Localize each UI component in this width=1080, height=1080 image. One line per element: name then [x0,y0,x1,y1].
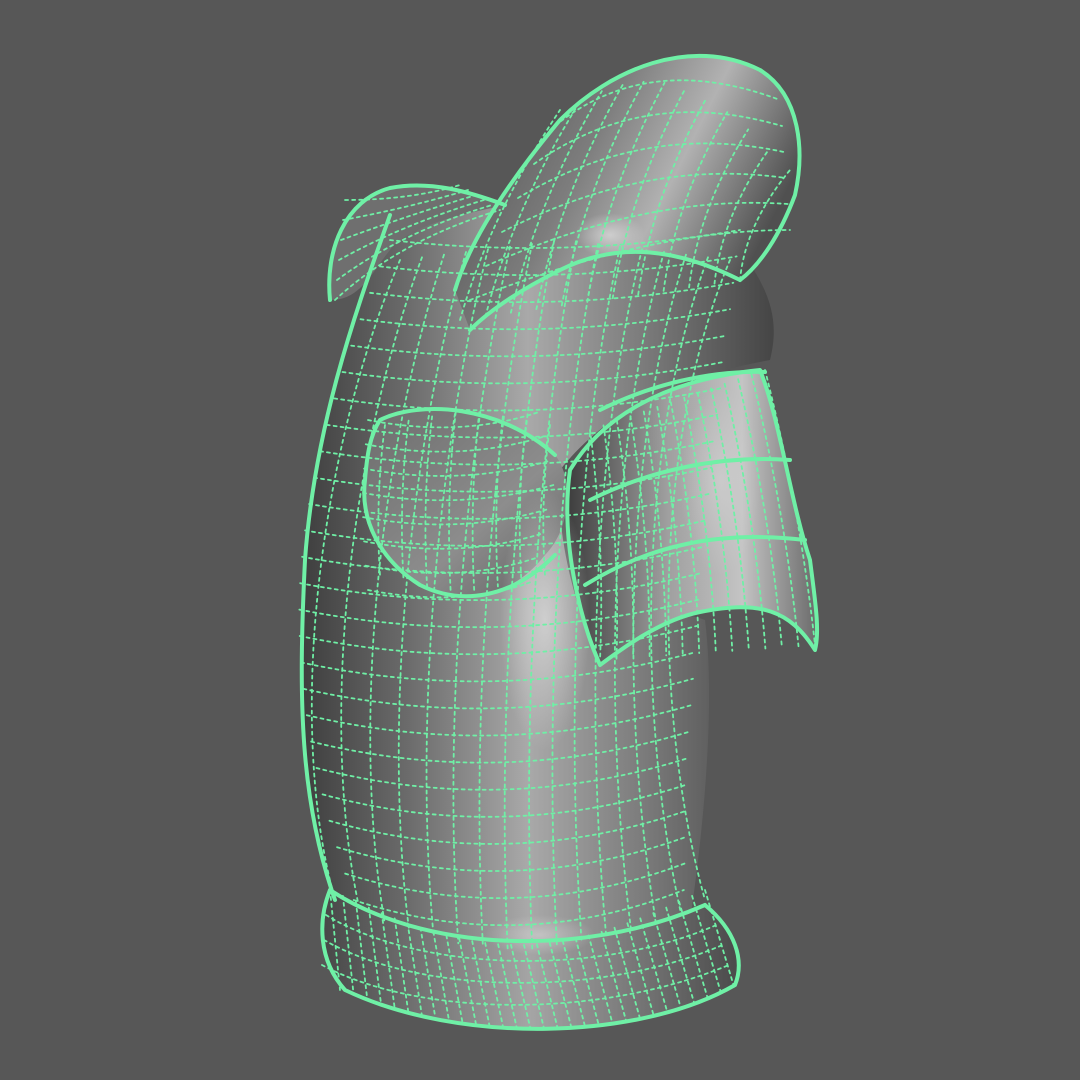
specular-highlight-pauldron [680,385,760,575]
3d-viewport[interactable] [0,0,1080,1080]
specular-highlight-torso [500,490,590,750]
viewport-canvas[interactable] [0,0,1080,1080]
